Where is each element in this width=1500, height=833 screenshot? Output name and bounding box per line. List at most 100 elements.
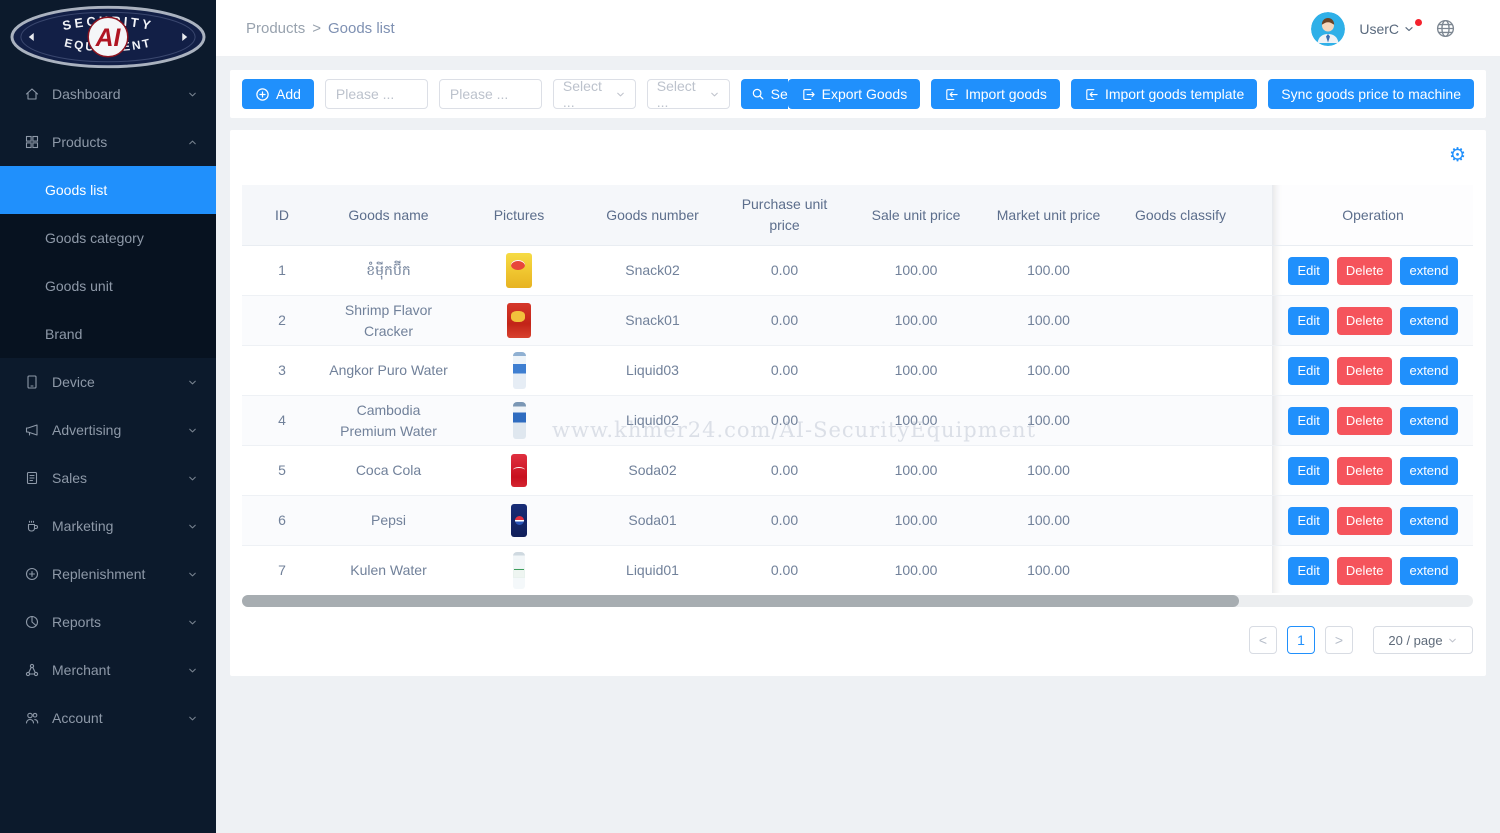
- product-image[interactable]: [507, 303, 531, 338]
- extend-button[interactable]: extend: [1400, 307, 1457, 335]
- next-page-button[interactable]: >: [1325, 626, 1353, 654]
- notification-dot: [1415, 19, 1422, 26]
- cell-market-price: 100.00: [985, 296, 1112, 345]
- sidebar-item-dashboard[interactable]: Dashboard: [0, 70, 216, 118]
- search-button-label: Se: [771, 86, 788, 102]
- sidebar-item-marketing[interactable]: Marketing: [0, 502, 216, 550]
- cell-goods-name: Angkor Puro Water: [322, 346, 455, 395]
- sidebar-item-replenishment[interactable]: Replenishment: [0, 550, 216, 598]
- extend-button[interactable]: extend: [1400, 507, 1457, 535]
- cell-market-price: 100.00: [985, 496, 1112, 545]
- chevron-down-icon: [187, 713, 198, 724]
- tablet-icon: [24, 374, 40, 390]
- globe-icon[interactable]: [1435, 18, 1456, 39]
- extend-button[interactable]: extend: [1400, 457, 1457, 485]
- extend-button[interactable]: extend: [1400, 257, 1457, 285]
- horizontal-scrollbar-track[interactable]: [242, 595, 1473, 607]
- sub-item-label: Brand: [45, 326, 82, 342]
- sidebar-item-merchant[interactable]: Merchant: [0, 646, 216, 694]
- document-icon: [24, 470, 40, 486]
- delete-button[interactable]: Delete: [1337, 307, 1393, 335]
- sidebar-item-goods-category[interactable]: Goods category: [0, 214, 216, 262]
- cup-icon: [24, 518, 40, 534]
- edit-button[interactable]: Edit: [1288, 357, 1328, 385]
- extend-button[interactable]: extend: [1400, 557, 1457, 585]
- cell-purchase-price: 0.00: [722, 446, 847, 495]
- product-image[interactable]: [513, 552, 525, 589]
- page-number-button[interactable]: 1: [1287, 626, 1315, 654]
- table-header-row: ID Goods name Pictures Goods number Purc…: [242, 185, 1473, 246]
- search-button[interactable]: Se: [741, 79, 788, 109]
- sidebar-item-label: Device: [52, 374, 187, 390]
- goods-number-input[interactable]: [439, 79, 542, 109]
- column-gap: [1249, 185, 1272, 245]
- breadcrumb-current: Goods list: [328, 20, 395, 37]
- edit-button[interactable]: Edit: [1288, 307, 1328, 335]
- edit-button[interactable]: Edit: [1288, 407, 1328, 435]
- column-header-goods-name: Goods name: [322, 185, 455, 245]
- select-placeholder: Select ...: [657, 78, 709, 110]
- page-size-select[interactable]: 20 / page: [1373, 626, 1473, 654]
- sidebar-item-advertising[interactable]: Advertising: [0, 406, 216, 454]
- chevron-down-icon: [187, 617, 198, 628]
- edit-button[interactable]: Edit: [1288, 457, 1328, 485]
- extend-button[interactable]: extend: [1400, 407, 1457, 435]
- import-goods-button[interactable]: Import goods: [931, 79, 1060, 109]
- cell-goods-classify: [1112, 446, 1249, 495]
- edit-button[interactable]: Edit: [1288, 557, 1328, 585]
- cell-sale-price: 100.00: [847, 446, 985, 495]
- cell-pictures: [455, 546, 583, 593]
- product-image[interactable]: [506, 253, 532, 288]
- edit-button[interactable]: Edit: [1288, 507, 1328, 535]
- prev-page-button[interactable]: <: [1249, 626, 1277, 654]
- delete-button[interactable]: Delete: [1337, 507, 1393, 535]
- gear-icon[interactable]: ⚙: [1449, 146, 1466, 165]
- category-select[interactable]: Select ...: [553, 79, 636, 109]
- column-gap: [1249, 546, 1272, 593]
- cell-market-price: 100.00: [985, 346, 1112, 395]
- cell-pictures: [455, 396, 583, 445]
- product-image[interactable]: [511, 504, 527, 537]
- breadcrumb-parent[interactable]: Products: [246, 20, 305, 37]
- cell-pictures: [455, 446, 583, 495]
- horizontal-scrollbar-thumb[interactable]: [242, 595, 1239, 607]
- sync-price-button[interactable]: Sync goods price to machine: [1268, 79, 1474, 109]
- edit-button[interactable]: Edit: [1288, 257, 1328, 285]
- add-button[interactable]: Add: [242, 79, 314, 109]
- cell-market-price: 100.00: [985, 546, 1112, 593]
- avatar[interactable]: [1311, 12, 1345, 46]
- goods-name-input[interactable]: [325, 79, 428, 109]
- sidebar-item-brand[interactable]: Brand: [0, 310, 216, 358]
- delete-button[interactable]: Delete: [1337, 457, 1393, 485]
- import-goods-template-button[interactable]: Import goods template: [1071, 79, 1257, 109]
- delete-button[interactable]: Delete: [1337, 557, 1393, 585]
- cell-goods-number: Liquid02: [583, 396, 722, 445]
- sidebar-item-account[interactable]: Account: [0, 694, 216, 742]
- delete-button[interactable]: Delete: [1337, 407, 1393, 435]
- cell-goods-name: Cambodia Premium Water: [322, 396, 455, 445]
- column-gap: [1249, 446, 1272, 495]
- sidebar-item-device[interactable]: Device: [0, 358, 216, 406]
- logo-monogram: AI: [95, 25, 122, 52]
- product-image[interactable]: [513, 402, 526, 439]
- sidebar-item-label: Replenishment: [52, 566, 187, 582]
- product-image[interactable]: [513, 352, 526, 389]
- extend-button[interactable]: extend: [1400, 357, 1457, 385]
- user-menu[interactable]: UserC: [1359, 21, 1415, 37]
- cell-operation: Edit Delete extend: [1272, 396, 1473, 445]
- sidebar-item-sales[interactable]: Sales: [0, 454, 216, 502]
- sub-item-label: Goods list: [45, 182, 107, 198]
- page-size-label: 20 / page: [1388, 633, 1442, 648]
- sidebar-item-reports[interactable]: Reports: [0, 598, 216, 646]
- column-header-sale-price: Sale unit price: [847, 185, 985, 245]
- import-goods-label: Import goods: [965, 86, 1047, 102]
- cell-goods-classify: [1112, 296, 1249, 345]
- sidebar-item-goods-unit[interactable]: Goods unit: [0, 262, 216, 310]
- delete-button[interactable]: Delete: [1337, 357, 1393, 385]
- export-goods-button[interactable]: Export Goods: [788, 79, 921, 109]
- sidebar-item-goods-list[interactable]: Goods list: [0, 166, 216, 214]
- product-image[interactable]: [511, 454, 527, 487]
- brand-select[interactable]: Select ...: [647, 79, 730, 109]
- delete-button[interactable]: Delete: [1337, 257, 1393, 285]
- sidebar-item-products[interactable]: Products: [0, 118, 216, 166]
